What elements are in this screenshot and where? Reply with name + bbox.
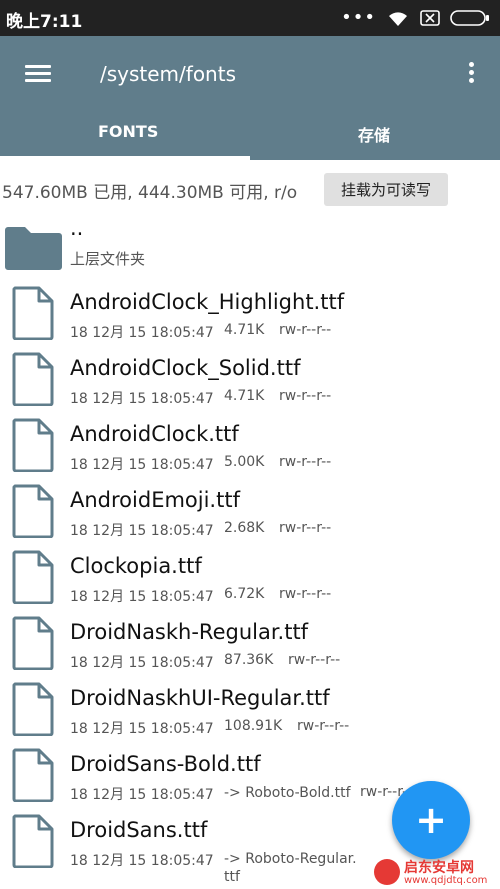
- storage-info-bar: 547.60MB 已用, 444.30MB 可用, r/o 挂载为可读写: [0, 160, 500, 214]
- file-permissions: rw-r--r--: [297, 718, 350, 734]
- signal-dots-icon: •••: [341, 7, 376, 28]
- file-name: Clockopia.ttf: [70, 554, 202, 578]
- file-size: 5.00K: [224, 454, 265, 470]
- more-options-icon[interactable]: [464, 58, 480, 88]
- file-size: 4.71K: [224, 388, 265, 404]
- file-meta: 18 12月 15 18:05:47 2.68K rw-r--r--: [70, 520, 331, 540]
- file-meta: 18 12月 15 18:05:47 -> Roboto-Regular.ttf: [70, 850, 357, 885]
- file-date: 18 12月 15 18:05:47: [70, 457, 214, 473]
- wifi-icon: [389, 12, 407, 26]
- file-date: 18 12月 15 18:05:47: [70, 853, 214, 869]
- tab-fonts[interactable]: FONTS: [98, 122, 158, 141]
- file-permissions: rw-r--r--: [279, 586, 332, 602]
- file-link-target: -> Roboto-Bold.ttf: [224, 785, 351, 801]
- status-icons: •••: [341, 8, 490, 28]
- file-icon: [12, 286, 54, 344]
- file-size: 4.71K: [224, 322, 265, 338]
- app-bar: /system/fonts FONTS 存储: [0, 36, 500, 160]
- file-link-target: -> Roboto-Regular.ttf: [224, 851, 357, 885]
- file-permissions: rw-r--r--: [288, 652, 341, 668]
- file-row[interactable]: AndroidClock_Solid.ttf 18 12月 15 18:05:47…: [0, 346, 500, 412]
- file-row[interactable]: AndroidEmoji.ttf 18 12月 15 18:05:47 2.68K r…: [0, 478, 500, 544]
- file-row[interactable]: Clockopia.ttf 18 12月 15 18:05:47 6.72K rw-r…: [0, 544, 500, 610]
- file-icon: [12, 550, 54, 608]
- tab-storage[interactable]: 存储: [358, 122, 390, 146]
- file-meta: 18 12月 15 18:05:47 87.36K rw-r--r--: [70, 652, 340, 672]
- file-icon: [12, 814, 54, 872]
- file-icon: [12, 484, 54, 542]
- file-date: 18 12月 15 18:05:47: [70, 655, 214, 671]
- file-row[interactable]: AndroidClock.ttf 18 12月 15 18:05:47 5.00K r…: [0, 412, 500, 478]
- file-name: AndroidClock.ttf: [70, 422, 239, 446]
- add-fab-button[interactable]: +: [392, 781, 470, 859]
- file-permissions: rw-r--r--: [279, 454, 332, 470]
- folder-icon: [5, 227, 62, 270]
- file-name: DroidNaskhUI-Regular.ttf: [70, 686, 330, 710]
- file-icon: [12, 352, 54, 410]
- status-time: 晚上7:11: [6, 12, 83, 32]
- parent-folder-row[interactable]: .. 上层文件夹: [0, 214, 500, 280]
- file-icon: [12, 682, 54, 740]
- storage-summary: 547.60MB 已用, 444.30MB 可用, r/o: [2, 183, 298, 203]
- file-name: AndroidClock_Highlight.ttf: [70, 290, 345, 314]
- file-meta: 18 12月 15 18:05:47 4.71K rw-r--r--: [70, 322, 331, 342]
- file-permissions: rw-r--r--: [279, 520, 332, 536]
- mount-rw-button[interactable]: 挂载为可读写: [324, 173, 448, 206]
- watermark: 启东安卓网 www.qdjdtq.com: [372, 856, 500, 889]
- file-date: 18 12月 15 18:05:47: [70, 391, 214, 407]
- file-meta: 18 12月 15 18:05:47 108.91K rw-r--r--: [70, 718, 349, 738]
- sim-disabled-icon: [420, 10, 440, 26]
- file-size: 2.68K: [224, 520, 265, 536]
- file-date: 18 12月 15 18:05:47: [70, 523, 214, 539]
- file-size: 6.72K: [224, 586, 265, 602]
- watermark-logo-icon: [374, 859, 400, 885]
- file-row[interactable]: DroidNaskhUI-Regular.ttf 18 12月 15 18:05:…: [0, 676, 500, 742]
- parent-folder-name: ..: [70, 216, 84, 240]
- file-permissions: rw-r--r--: [279, 388, 332, 404]
- file-icon: [12, 616, 54, 674]
- battery-icon: [450, 10, 489, 26]
- file-date: 18 12月 15 18:05:47: [70, 721, 214, 737]
- status-bar: 晚上7:11 •••: [0, 0, 500, 36]
- file-name: DroidSans-Bold.ttf: [70, 752, 261, 776]
- file-size: 87.36K: [224, 652, 274, 668]
- file-icon: [12, 418, 54, 476]
- file-name: AndroidEmoji.ttf: [70, 488, 240, 512]
- file-name: DroidSans.ttf: [70, 818, 208, 842]
- file-date: 18 12月 15 18:05:47: [70, 589, 214, 605]
- menu-icon[interactable]: [20, 58, 58, 90]
- file-meta: 18 12月 15 18:05:47 6.72K rw-r--r--: [70, 586, 331, 606]
- file-date: 18 12月 15 18:05:47: [70, 325, 214, 341]
- file-icon: [12, 748, 54, 806]
- file-name: AndroidClock_Solid.ttf: [70, 356, 301, 380]
- file-size: 108.91K: [224, 718, 283, 734]
- file-name: DroidNaskh-Regular.ttf: [70, 620, 309, 644]
- file-meta: 18 12月 15 18:05:47 4.71K rw-r--r--: [70, 388, 331, 408]
- file-row[interactable]: DroidNaskh-Regular.ttf 18 12月 15 18:05:47…: [0, 610, 500, 676]
- file-permissions: rw-r--r--: [279, 322, 332, 338]
- watermark-title: 启东安卓网: [404, 860, 474, 876]
- file-meta: 18 12月 15 18:05:47 5.00K rw-r--r--: [70, 454, 331, 474]
- path-title: /system/fonts: [100, 62, 236, 86]
- parent-folder-subtitle: 上层文件夹: [70, 250, 146, 268]
- file-list: .. 上层文件夹 AndroidClock_Highlight.ttf 18 12…: [0, 214, 500, 885]
- file-meta: 18 12月 15 18:05:47 -> Roboto-Bold.ttf rw-r…: [70, 784, 412, 804]
- file-row[interactable]: AndroidClock_Highlight.ttf 18 12月 15 18:0…: [0, 280, 500, 346]
- file-date: 18 12月 15 18:05:47: [70, 787, 214, 803]
- watermark-url: www.qdjdtq.com: [404, 875, 488, 886]
